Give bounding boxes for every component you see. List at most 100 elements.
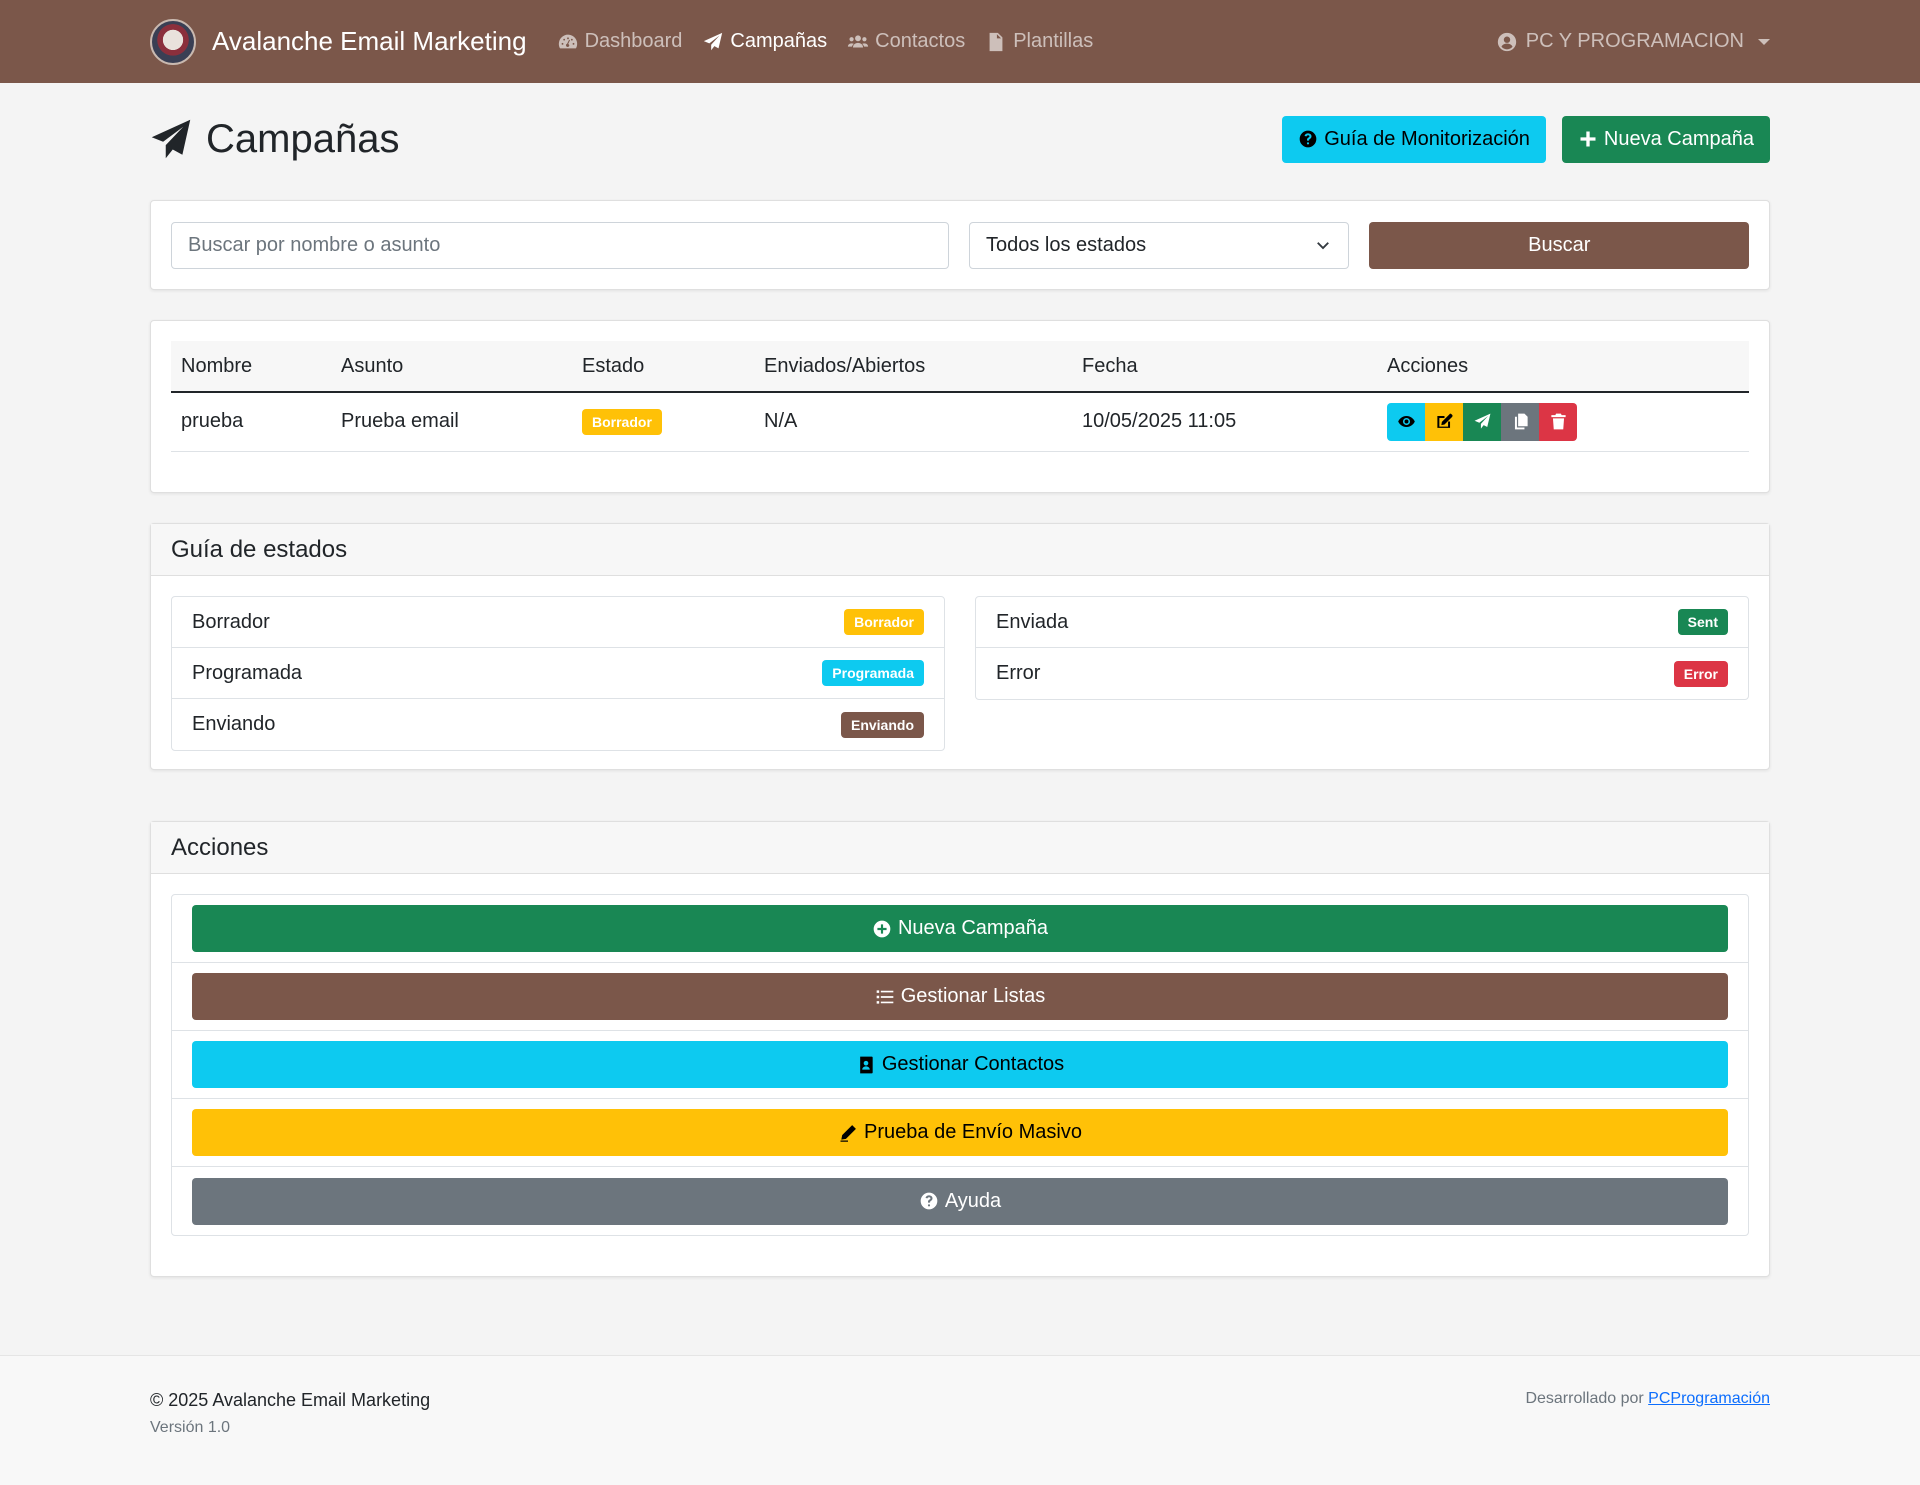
status-label: Enviada [996,610,1069,633]
dev-link[interactable]: PCProgramación [1648,1390,1770,1407]
status-label: Error [996,662,1041,684]
status-select[interactable]: Todos los estados [968,221,1350,269]
nav-contactos-label: Contactos [875,30,966,52]
table-row: prueba Prueba email Borrador N/A 10/05/2… [171,392,1749,452]
bulk-send-test-label: Prueba de Envío Masivo [864,1121,1082,1143]
status-label: Programada [192,661,303,684]
cell-acciones [1377,392,1749,452]
guide-button-label: Guía de Monitorización [1324,127,1530,150]
col-nombre: Nombre [171,341,331,393]
list-item: Prueba de Envío Masivo [172,1099,1748,1167]
view-button[interactable] [1387,402,1425,441]
new-campaign-button-label: Nueva Campaña [1603,127,1754,150]
status-guide-body: Borrador Borrador Programada Programada … [151,576,1769,771]
footer-left: © 2025 Avalanche Email Marketing Versión… [150,1390,430,1437]
version: Versión 1.0 [150,1419,231,1436]
list-item: Enviando Enviando [172,699,944,750]
page-header: Campañas Guía de Monitorización Nueva Ca… [150,115,1770,163]
main-container: Campañas Guía de Monitorización Nueva Ca… [150,115,1770,1277]
list-item: Nueva Campaña [172,895,1748,963]
nav-plantillas[interactable]: Plantillas [985,30,1093,53]
eye-icon [1397,416,1415,428]
campaigns-table: Nombre Asunto Estado Enviados/Abiertos F… [171,341,1749,452]
bulk-send-test-button[interactable]: Prueba de Envío Masivo [192,1109,1728,1156]
new-campaign-action-label: Nueva Campaña [897,917,1049,939]
manage-lists-button[interactable]: Gestionar Listas [192,973,1728,1020]
nav-dashboard[interactable]: Dashboard [557,30,683,53]
status-badge: Borrador [844,609,924,635]
status-badge: Borrador [582,408,662,435]
send-button[interactable] [1463,402,1501,441]
plus-icon [1580,131,1596,147]
brand-name: Avalanche Email Marketing [212,26,527,56]
status-list-right: Enviada Sent Error Error [975,596,1749,700]
nav-dashboard-label: Dashboard [584,30,683,52]
brand-logo [150,18,196,65]
top-navbar: Avalanche Email Marketing Dashboard Camp… [0,0,1920,83]
campaigns-table-card: Nombre Asunto Estado Enviados/Abiertos F… [150,320,1770,493]
cell-asunto: Prueba email [331,392,572,452]
search-input[interactable] [171,221,949,269]
status-badge: Enviando [840,711,924,738]
list-item: Enviada Sent [976,597,1748,648]
actions-card: Acciones Nueva Campaña Gestionar Listas [150,821,1770,1277]
page-title-text: Campañas [206,116,400,161]
manage-contacts-label: Gestionar Contactos [881,1053,1065,1075]
brand[interactable]: Avalanche Email Marketing [150,18,527,65]
cell-nombre: prueba [171,392,331,452]
row-action-group [1387,402,1577,441]
paper-plane-icon [151,119,191,159]
col-enviados: Enviados/Abiertos [754,341,1072,393]
col-fecha: Fecha [1072,341,1377,393]
page-title: Campañas [150,117,399,162]
footer: © 2025 Avalanche Email Marketing Versión… [0,1355,1920,1485]
help-label: Ayuda [944,1189,1002,1212]
edit-button[interactable] [1425,402,1463,441]
help-button[interactable]: Ayuda [192,1177,1728,1225]
list-item: Gestionar Contactos [172,1031,1748,1099]
search-button[interactable]: Buscar [1369,221,1749,269]
paper-plane-icon [704,32,723,50]
file-icon [989,32,1003,51]
paper-plane-icon [1474,413,1490,429]
pen-icon [840,1124,856,1142]
caret-down-icon [1758,38,1770,45]
list-item: Gestionar Listas [172,963,1748,1031]
copy-icon [1514,413,1528,430]
status-guide-card: Guía de estados Borrador Borrador Progra… [150,523,1770,770]
cell-estado: Borrador [572,392,754,452]
footer-credits: Desarrollado por PCProgramación [1525,1390,1770,1437]
nav-campanas-label: Campañas [730,30,828,52]
nav-contactos[interactable]: Contactos [847,30,965,53]
col-estado: Estado [572,341,754,393]
user-menu[interactable]: PC Y PROGRAMACION [1496,30,1770,53]
status-label: Borrador [192,610,270,633]
actions-body: Nueva Campaña Gestionar Listas Gestionar… [151,874,1769,1256]
duplicate-button[interactable] [1501,402,1539,441]
users-icon [848,34,869,47]
guide-button[interactable]: Guía de Monitorización [1282,115,1546,163]
nav-plantillas-label: Plantillas [1013,30,1094,52]
table-header-row: Nombre Asunto Estado Enviados/Abiertos F… [171,341,1749,393]
col-acciones: Acciones [1377,341,1749,393]
delete-button[interactable] [1539,402,1577,441]
list-item: Ayuda [172,1167,1748,1235]
status-label: Enviando [192,713,276,735]
list-icon [876,989,894,1004]
new-campaign-button[interactable]: Nueva Campaña [1561,115,1770,163]
header-buttons: Guía de Monitorización Nueva Campaña [1282,115,1770,163]
edit-icon [1436,413,1452,429]
list-item: Borrador Borrador [172,597,944,648]
dev-prefix: Desarrollado por [1525,1390,1649,1407]
status-badge: Programada [822,660,924,686]
gauge-icon [558,34,577,48]
new-campaign-action-button[interactable]: Nueva Campaña [192,905,1728,952]
list-item: Error Error [976,648,1748,699]
trash-icon [1550,413,1566,430]
nav-campanas[interactable]: Campañas [702,30,827,53]
search-card: Todos los estados Buscar [150,200,1770,290]
col-asunto: Asunto [331,341,572,393]
manage-contacts-button[interactable]: Gestionar Contactos [192,1041,1728,1088]
main-nav: Dashboard Campañas Contactos Plantillas [557,30,1093,53]
chevron-down-icon [1317,242,1330,250]
